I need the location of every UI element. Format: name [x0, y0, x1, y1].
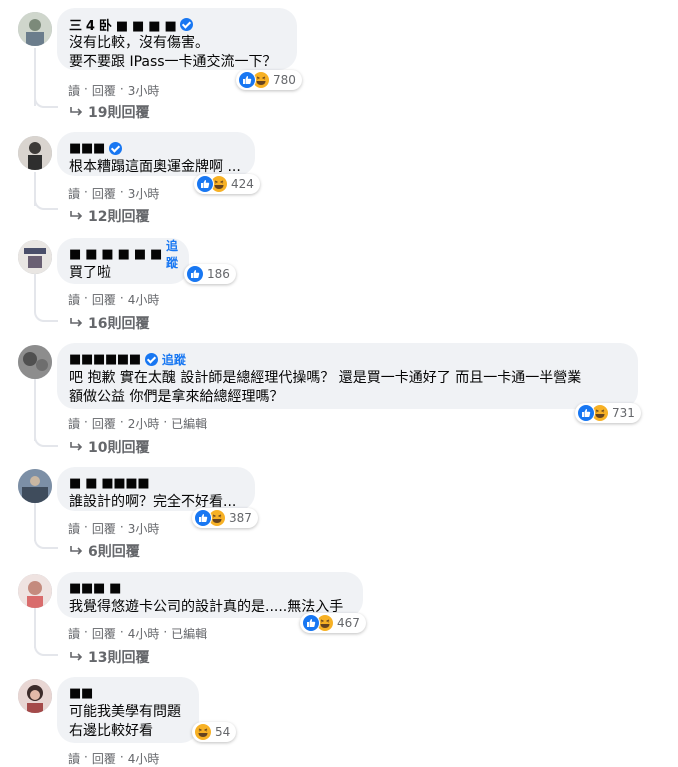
reaction-count: 54: [215, 725, 231, 739]
thumbs-up-icon: [186, 265, 204, 283]
avatar[interactable]: [18, 469, 52, 503]
reply-arrow-icon: [70, 318, 83, 327]
replies-count: 12則回覆: [88, 209, 150, 225]
reaction-count: 387: [229, 511, 252, 525]
thumbs-up-icon: [577, 404, 595, 422]
reply-link[interactable]: 回覆: [92, 82, 116, 99]
reply-arrow-icon: [70, 652, 83, 661]
timestamp[interactable]: 3小時: [128, 185, 160, 202]
replies-count: 13則回覆: [88, 650, 150, 666]
timestamp[interactable]: 4小時: [128, 291, 160, 308]
timestamp[interactable]: 3小時: [128, 82, 160, 99]
reaction-count: 467: [337, 616, 360, 630]
comment-actions: 讀 · 回覆 · 3小時: [68, 520, 160, 537]
comment-text: 吧 抱歉 實在太醜 設計師是總經理代操嗎？ 還是買一卡通好了 而且一卡通一半營業…: [69, 370, 582, 405]
read-link[interactable]: 讀: [68, 750, 80, 767]
timestamp[interactable]: 3小時: [128, 520, 160, 537]
reply-arrow-icon: [70, 107, 83, 116]
view-replies-button[interactable]: 13則回覆: [68, 647, 149, 667]
read-link[interactable]: 讀: [68, 625, 80, 642]
verified-badge-icon: [180, 17, 194, 31]
reply-link[interactable]: 回覆: [92, 520, 116, 537]
read-link[interactable]: 讀: [68, 185, 80, 202]
timestamp[interactable]: 4小時: [128, 625, 160, 642]
edited-label[interactable]: 已編輯: [171, 625, 207, 642]
reaction-count: 186: [207, 267, 230, 281]
commenter-name[interactable]: ■■■ ■: [69, 581, 121, 596]
avatar[interactable]: [18, 136, 52, 170]
replies-count: 16則回覆: [88, 316, 150, 332]
reply-arrow-icon: [70, 442, 83, 451]
follow-button[interactable]: 追蹤: [166, 237, 178, 271]
commenter-name[interactable]: ■ ■ ■ ■ ■ ■: [69, 247, 162, 262]
read-link[interactable]: 讀: [68, 415, 80, 432]
read-link[interactable]: 讀: [68, 82, 80, 99]
comment-bubble: 三 4 卧 ■ ■ ■ ■ 沒有比較，沒有傷害。 要不要跟 IPass一卡通交流…: [57, 8, 297, 70]
thumbs-up-icon: [194, 509, 212, 527]
reaction-summary[interactable]: 731: [575, 403, 641, 423]
comment-bubble: ■■■■■■ 追蹤 吧 抱歉 實在太醜 設計師是總經理代操嗎？ 還是買一卡通好了…: [57, 343, 638, 409]
verified-badge-icon: [108, 141, 122, 155]
replies-count: 19則回覆: [88, 105, 150, 121]
reaction-summary[interactable]: 467: [300, 613, 366, 633]
reply-link[interactable]: 回覆: [92, 750, 116, 767]
reply-link[interactable]: 回覆: [92, 291, 116, 308]
comment-text: 買了啦: [69, 265, 111, 281]
comment-bubble: ■■■ 根本糟蹋這面奧運金牌啊 ...: [57, 132, 255, 176]
view-replies-button[interactable]: 6則回覆: [68, 541, 140, 561]
timestamp[interactable]: 4小時: [128, 750, 160, 767]
avatar[interactable]: [18, 345, 52, 379]
comment-actions: 讀 · 回覆 · 4小時: [68, 750, 160, 767]
reply-link[interactable]: 回覆: [92, 415, 116, 432]
thumbs-up-icon: [196, 175, 214, 193]
comment-bubble: ■■ 可能我美學有問題 右邊比較好看: [57, 677, 199, 743]
comment-actions: 讀 · 回覆 · 2小時 · 已編輯: [68, 415, 208, 432]
thumbs-up-icon: [302, 614, 320, 632]
reaction-count: 424: [231, 177, 254, 191]
avatar[interactable]: [18, 240, 52, 274]
follow-button[interactable]: 追蹤: [162, 351, 186, 368]
reaction-count: 780: [273, 73, 296, 87]
avatar[interactable]: [18, 12, 52, 46]
view-replies-button[interactable]: 10則回覆: [68, 437, 149, 457]
replies-count: 10則回覆: [88, 440, 150, 456]
thumbs-up-icon: [238, 71, 256, 89]
reaction-summary[interactable]: 54: [192, 722, 237, 742]
commenter-name[interactable]: 三 4 卧 ■ ■ ■ ■: [69, 15, 177, 34]
reply-link[interactable]: 回覆: [92, 625, 116, 642]
reaction-summary[interactable]: 186: [184, 264, 236, 284]
avatar[interactable]: [18, 574, 52, 608]
comment-text: 沒有比較，沒有傷害。 要不要跟 IPass一卡通交流一下？: [69, 35, 277, 70]
read-link[interactable]: 讀: [68, 291, 80, 308]
read-link[interactable]: 讀: [68, 520, 80, 537]
comment-text: 可能我美學有問題 右邊比較好看: [69, 704, 181, 739]
commenter-name[interactable]: ■■: [69, 686, 93, 701]
reaction-summary[interactable]: 387: [192, 508, 258, 528]
commenter-name[interactable]: ■■■: [69, 141, 105, 156]
reply-arrow-icon: [70, 546, 83, 555]
comment-actions: 讀 · 回覆 · 4小時: [68, 291, 160, 308]
edited-label[interactable]: 已編輯: [171, 415, 207, 432]
commenter-name[interactable]: ■ ■ ■■■■: [69, 476, 150, 491]
replies-count: 6則回覆: [88, 544, 140, 560]
view-replies-button[interactable]: 19則回覆: [68, 102, 149, 122]
view-replies-button[interactable]: 12則回覆: [68, 206, 149, 226]
comment-actions: 讀 · 回覆 · 3小時: [68, 82, 160, 99]
verified-badge-icon: [144, 352, 158, 366]
comment-actions: 讀 · 回覆 · 4小時 · 已編輯: [68, 625, 208, 642]
laughing-face-icon: [194, 723, 212, 741]
reply-link[interactable]: 回覆: [92, 185, 116, 202]
comment-bubble: ■■■ ■ 我覺得悠遊卡公司的設計真的是.....無法入手: [57, 572, 363, 618]
reaction-summary[interactable]: 780: [236, 70, 302, 90]
reaction-count: 731: [612, 406, 635, 420]
comment-bubble: ■ ■ ■ ■ ■ ■ 追蹤 買了啦: [57, 238, 189, 284]
avatar[interactable]: [18, 679, 52, 713]
comment-bubble: ■ ■ ■■■■ 誰設計的啊？完全不好看...: [57, 467, 255, 511]
reply-arrow-icon: [70, 211, 83, 220]
reaction-summary[interactable]: 424: [194, 174, 260, 194]
commenter-name[interactable]: ■■■■■■: [69, 352, 141, 367]
view-replies-button[interactable]: 16則回覆: [68, 313, 149, 333]
comment-actions: 讀 · 回覆 · 3小時: [68, 185, 160, 202]
timestamp[interactable]: 2小時: [128, 415, 160, 432]
